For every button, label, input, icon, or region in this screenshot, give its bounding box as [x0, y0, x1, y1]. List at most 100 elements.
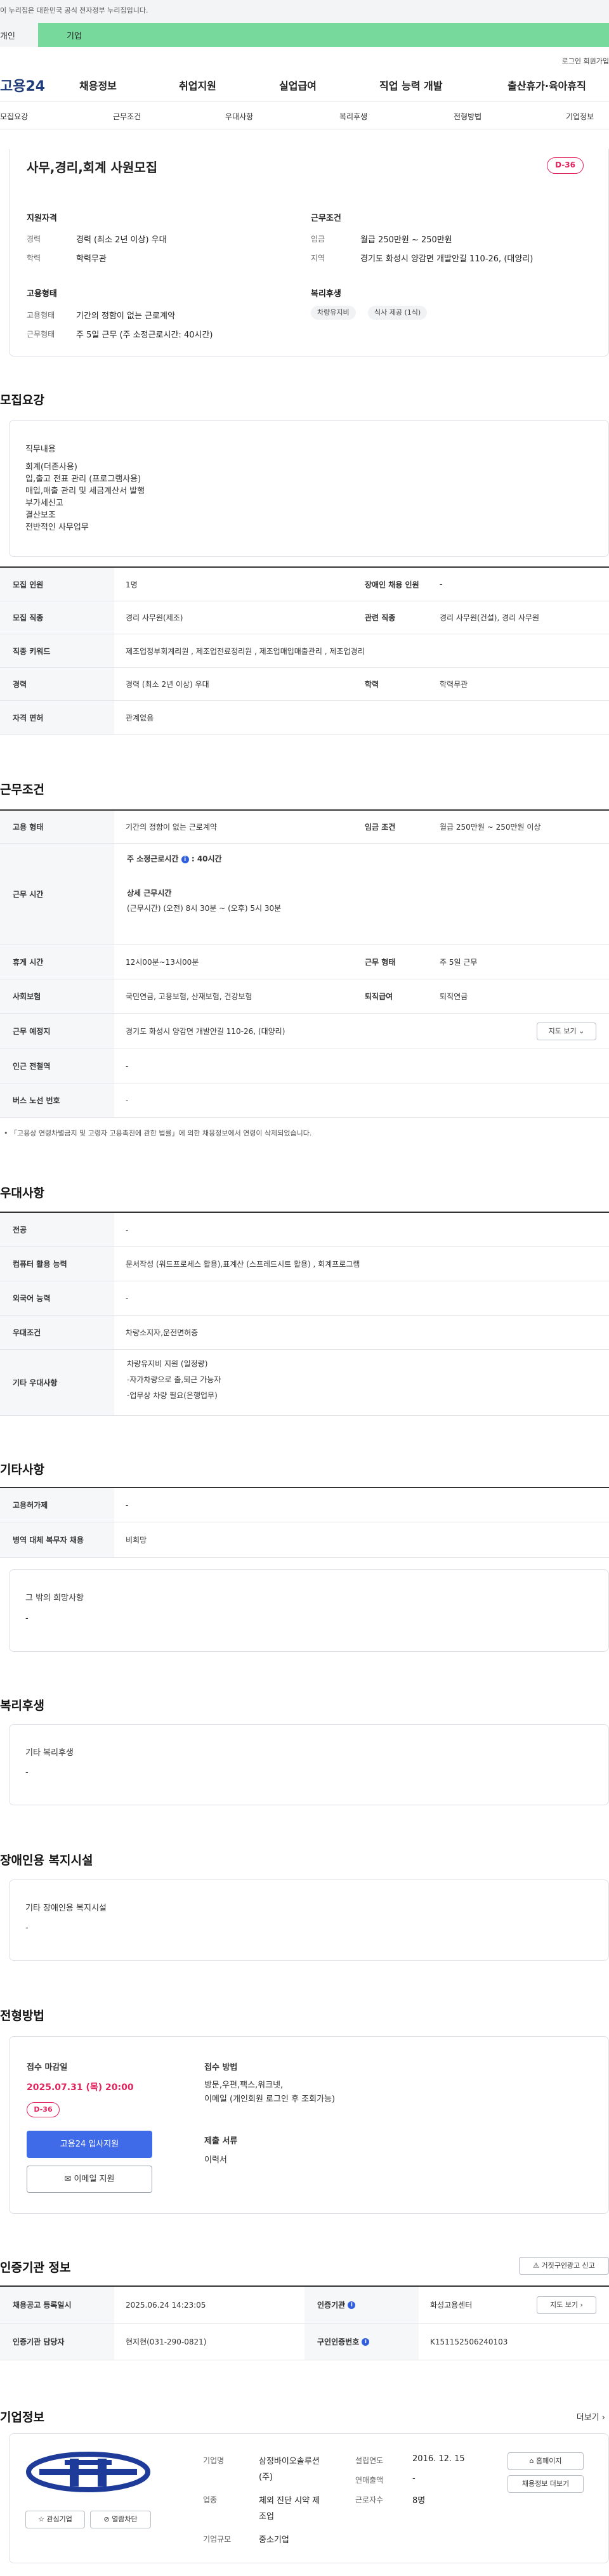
tab-company[interactable]: 기업 — [38, 23, 609, 47]
age-notice: • 「고용상 연령차별금지 및 고령자 고용촉진에 관한 법률」에 의한 채용정… — [4, 1128, 311, 1138]
duty-line: 회계(더존사용) — [25, 462, 77, 472]
gnb-item-unemployment[interactable]: 실업급여 — [279, 77, 317, 93]
info-icon[interactable]: i — [348, 2301, 356, 2309]
tab-welfare[interactable]: 복리후생 — [339, 111, 367, 122]
industry-value: 체외 진단 시약 제 — [259, 2496, 320, 2506]
company-logo — [26, 2452, 150, 2492]
row-label: 근무 형태 — [352, 945, 428, 979]
member-type-tabs: 개인 기업 — [0, 23, 609, 47]
table-row: 버스 노선 번호 - — [0, 1083, 609, 1118]
star-icon: ☆ — [38, 2515, 44, 2523]
row-label: 장애인 채용 인원 — [352, 568, 428, 601]
employment-type-label: 고용형태 — [27, 311, 55, 320]
row-label: 외국어 능력 — [0, 1281, 114, 1315]
site-logo[interactable]: 고용24 — [0, 75, 45, 95]
row-label: 인증기관 담당자 — [0, 2324, 114, 2360]
row-value: 기간의 정함이 없는 근로계약 — [126, 823, 217, 832]
row-value: 문서작성 (워드프로세스 활용),표계산 (스프레드시트 활용) , 회계프로그… — [126, 1260, 360, 1269]
table-row: 사회보험 국민연금, 고용보험, 산재보험, 건강보험 퇴직급여 퇴직연금 — [0, 979, 609, 1014]
join-link[interactable]: 회원가입 — [584, 56, 609, 66]
company-more-link[interactable]: 더보기 › — [577, 2410, 605, 2422]
welfare-section-heading: 복리후생 — [0, 1699, 44, 1713]
table-row: 병역 대체 복무자 채용 비희망 — [0, 1522, 609, 1558]
docs-value: 이력서 — [204, 2155, 227, 2165]
report-fake-ad-button[interactable]: ⚠ 거짓구인광고 신고 — [519, 2257, 609, 2275]
tab-recruit[interactable]: 모집요강 — [0, 111, 28, 122]
row-value: 국민연금, 고용보험, 산재보험, 건강보험 — [126, 992, 252, 1001]
revenue-label: 연매출액 — [355, 2476, 384, 2485]
bullet-icon: • — [4, 1129, 8, 1137]
table-row: 모집 직종 경리 사무원(제조) 관련 직종 경리 사무원(건설), 경리 사무… — [0, 601, 609, 634]
tab-personal[interactable]: 개인 — [0, 23, 38, 47]
gnb-item-training[interactable]: 직업 능력 개발 — [379, 77, 442, 93]
table-row: 근무 예정지 경기도 화성시 양감면 개발안길 110-26, (대양리) — [0, 1014, 609, 1049]
map-view-button[interactable]: 지도 보기 ⌄ — [537, 1023, 596, 1040]
favorite-company-button[interactable]: ☆ 관심기업 — [25, 2511, 85, 2528]
gov-notice: 이 누리집은 대한민국 공식 전자정부 누리집입니다. — [0, 6, 148, 15]
prefer-etc-line: 차량유지비 지원 (일정량) — [127, 1359, 208, 1368]
tab-preferences[interactable]: 우대사항 — [225, 111, 253, 122]
gnb-item-leave[interactable]: 출산휴가·육아휴직 — [508, 77, 586, 93]
table-row: 인근 전철역 - — [0, 1049, 609, 1083]
row-label: 학력 — [352, 668, 428, 700]
other-wish-box — [9, 1569, 609, 1652]
row-label: 근무 예정지 — [0, 1014, 114, 1049]
company-name-label: 기업명 — [203, 2456, 225, 2465]
apply-button[interactable]: 고용24 입사지원 — [27, 2131, 152, 2158]
weekly-hours: 주 소정근로시간 i : 40시간 — [127, 853, 222, 866]
email-apply-button[interactable]: ✉ 이메일 지원 — [27, 2166, 152, 2193]
info-icon[interactable]: i — [362, 2337, 370, 2346]
area-label: 지역 — [311, 254, 325, 263]
row-label: 모집 인원 — [0, 568, 114, 601]
row-label: 병역 대체 복무자 채용 — [0, 1522, 114, 1557]
row-value: - — [126, 1095, 129, 1105]
row-value: 화성고용센터 — [430, 2301, 473, 2310]
cert-map-button[interactable]: 지도 보기 › — [537, 2296, 596, 2314]
map-view-label: 지도 보기 — [548, 1027, 577, 1035]
gnb-item-jobs[interactable]: 채용정보 — [79, 77, 117, 93]
detail-hours-value: (근무시간) (오전) 8시 30분 ~ (오후) 5시 30분 — [127, 904, 282, 913]
row-label: 우대조건 — [0, 1316, 114, 1349]
staff-label: 근로자수 — [355, 2495, 384, 2504]
row-label: 고용허가제 — [0, 1488, 114, 1522]
company-name-value-cont: (주) — [259, 2473, 273, 2482]
founded-value: 2016. 12. 15 — [412, 2454, 465, 2464]
tab-selection[interactable]: 전형방법 — [454, 111, 481, 122]
row-value: 2025.06.24 14:23:05 — [126, 2300, 206, 2310]
table-row: 채용공고 등록일시 2025.06.24 14:23:05 인증기관 i 화성고… — [0, 2287, 609, 2324]
other-heading: 기타사항 — [0, 1463, 44, 1477]
welfare-box-title: 기타 복리후생 — [25, 1748, 74, 1758]
company-scale-label: 기업규모 — [203, 2535, 232, 2544]
row-value: - — [126, 1225, 129, 1234]
company-heading: 기업정보 — [0, 2410, 44, 2424]
welfare-box — [9, 1724, 609, 1805]
cert-number-label: 구인인증번호 — [317, 2337, 360, 2346]
row-value: K151152506240103 — [430, 2337, 508, 2346]
block-view-label: 열람차단 — [112, 2515, 138, 2523]
company-jobs-button[interactable]: 채용정보 더보기 — [508, 2475, 584, 2493]
row-label: 기타 우대사항 — [0, 1350, 114, 1415]
row-label: 휴게 시간 — [0, 945, 114, 979]
disabled-box-title: 기타 장애인용 복지시설 — [25, 1904, 107, 1913]
row-label: 사회보험 — [0, 979, 114, 1013]
career-label: 경력 — [27, 235, 41, 244]
info-icon[interactable]: i — [181, 856, 189, 863]
tab-work-conditions[interactable]: 근무조건 — [113, 111, 141, 122]
homepage-button[interactable]: ⌂ 홈페이지 — [508, 2452, 584, 2470]
row-value: 관계없음 — [126, 713, 154, 722]
prefer-etc-line: -업무상 차량 필요(은행업무) — [127, 1391, 218, 1400]
welfare-chip: 식사 제공 (1식) — [368, 306, 428, 320]
tab-company-info[interactable]: 기업정보 — [566, 111, 594, 122]
gnb-item-employment-support[interactable]: 취업지원 — [179, 77, 216, 93]
table-row: 휴게 시간 12시00분~13시00분 근무 형태 주 5일 근무 — [0, 945, 609, 979]
qualification-heading: 지원자격 — [27, 214, 57, 223]
dday-badge: D-36 — [27, 2102, 60, 2117]
row-value: 1명 — [126, 580, 138, 589]
row-value: - — [126, 1500, 129, 1510]
row-label: 퇴직급여 — [352, 979, 428, 1013]
block-view-button[interactable]: ⊘ 열람차단 — [90, 2511, 151, 2528]
disabled-box-value: - — [25, 1923, 29, 1933]
row-value: 경리 사무원(건설), 경리 사무원 — [440, 613, 540, 622]
login-link[interactable]: 로그인 — [562, 56, 581, 66]
industry-label: 업종 — [203, 2495, 218, 2504]
